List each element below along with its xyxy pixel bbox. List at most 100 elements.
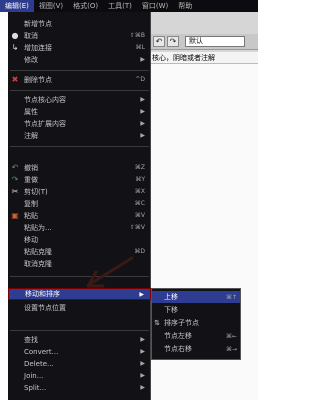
submenu-arrow-icon: ▶ <box>139 290 144 298</box>
menu-item-move-and-sort[interactable]: 移动和排序 ▶ <box>8 288 151 300</box>
menu-item-label: 粘贴 <box>24 211 38 220</box>
submenu-item-sort-children[interactable]: ⇅ 排序子节点 <box>152 317 240 329</box>
menu-item-label: 节点核心内容 <box>24 95 66 104</box>
shortcut-label: ⌘Y <box>135 176 145 183</box>
menu-item-copy[interactable]: 复制 ⌘C <box>8 198 151 209</box>
undo-arrow-icon: ↶ <box>11 163 19 172</box>
shortcut-label: ⌘↑ <box>225 293 237 301</box>
menu-separator <box>10 70 149 71</box>
menu-item-label: 剪切(T) <box>24 187 48 196</box>
menu-item-label: 修改 <box>24 55 38 64</box>
submenu-item-move-right[interactable]: 节点右移 ⌘→ <box>152 343 240 355</box>
submenu-item-label: 节点右移 <box>164 345 192 353</box>
menu-item-split[interactable]: Split... ▶ <box>8 382 151 393</box>
menu-format[interactable]: 格式(O) <box>68 0 103 12</box>
menu-item-find[interactable]: 查找 ▶ <box>8 334 151 345</box>
shortcut-label: ⌘L <box>135 44 145 51</box>
submenu-item-label: 上移 <box>164 293 178 301</box>
menu-item-cut[interactable]: ✂ 剪切(T) ⌘X <box>8 186 151 197</box>
menu-item-label: 新增节点 <box>24 19 52 28</box>
menu-item-paste-clone[interactable]: 粘贴克隆 ⌘D <box>8 246 151 257</box>
menu-item-unclone[interactable]: 取消克隆 <box>8 258 151 269</box>
menu-item-label: 删除节点 <box>24 75 52 84</box>
move-and-sort-submenu: 上移 ⌘↑ 下移 ⇅ 排序子节点 节点左移 ⌘← 节点右移 ⌘→ <box>151 288 241 360</box>
link-icon: ↳ <box>11 43 19 52</box>
menu-item-label: Delete... <box>24 359 54 368</box>
menu-separator <box>10 90 149 91</box>
menu-item-convert[interactable]: Convert... ▶ <box>8 346 151 357</box>
redo-arrow-icon: ↷ <box>11 175 19 184</box>
submenu-arrow-icon: ▶ <box>140 56 145 63</box>
edit-dropdown-menu: 新增节点 ● 取消 ⇧⌘B ↳ 增加连接 ⌘L 修改 ▶ ✖ 删除节点 ^D 节点核心内容 ▶ … <box>8 12 151 400</box>
submenu-item-move-down[interactable]: 下移 <box>152 304 240 316</box>
shortcut-label: ⌘C <box>134 200 145 207</box>
delete-node-icon: ✖ <box>11 75 19 84</box>
menu-item-label: 粘贴克隆 <box>24 247 52 256</box>
menu-item-modify[interactable]: 修改 ▶ <box>8 54 151 65</box>
menu-item-node-extensions[interactable]: 节点扩展内容 ▶ <box>8 118 151 129</box>
forward-arrow-icon[interactable]: ↷ <box>167 36 179 47</box>
menu-item-label: 查找 <box>24 335 38 344</box>
menu-item-label: 粘贴为... <box>24 223 52 232</box>
menu-item-delete-node[interactable]: ✖ 删除节点 ^D <box>8 74 151 85</box>
submenu-arrow-icon: ▶ <box>140 384 145 391</box>
menu-tools[interactable]: 工具(T) <box>103 0 137 12</box>
menu-item-undo[interactable]: ↶ 撤销 ⌘Z <box>8 162 151 173</box>
menu-help[interactable]: 帮助 <box>173 0 197 12</box>
menu-item-node-core[interactable]: 节点核心内容 ▶ <box>8 94 151 105</box>
menu-item-join[interactable]: Join... ▶ <box>8 370 151 381</box>
menu-item-paste-as[interactable]: 粘贴为... ⇧⌘V <box>8 222 151 233</box>
shortcut-label: ⌘Z <box>134 164 145 171</box>
menu-item-new-node[interactable]: 新增节点 <box>8 18 151 29</box>
menu-bar: 编辑(E) 视图(V) 格式(O) 工具(T) 窗口(W) 帮助 <box>0 0 258 12</box>
menu-item-delete[interactable]: Delete... ▶ <box>8 358 151 369</box>
shortcut-label: ⌘→ <box>225 345 237 353</box>
menu-item-label: 增加连接 <box>24 43 52 52</box>
submenu-arrow-icon: ▶ <box>140 348 145 355</box>
style-select[interactable]: 默认 <box>185 36 245 47</box>
submenu-arrow-icon: ▶ <box>140 96 145 103</box>
menu-item-label: 取消 <box>24 31 38 40</box>
shortcut-label: ⌘← <box>225 332 237 340</box>
menu-item-label: Join... <box>24 371 44 380</box>
sort-children-icon: ⇅ <box>154 319 160 327</box>
menu-item-redo[interactable]: ↷ 重做 ⌘Y <box>8 174 151 185</box>
menu-edit[interactable]: 编辑(E) <box>0 0 34 12</box>
submenu-item-label: 节点左移 <box>164 332 192 340</box>
node-text-preview: 核心，阴暗或者注解 <box>150 52 258 64</box>
menu-item-label: 移动和排序 <box>25 290 60 298</box>
cut-icon: ✂ <box>11 187 19 196</box>
menu-item-label: 移动 <box>24 235 38 244</box>
back-arrow-icon[interactable]: ↶ <box>153 36 165 47</box>
menu-item-set-node-position[interactable]: 设置节点位置 <box>8 302 151 313</box>
menu-item-notes[interactable]: 注解 ▶ <box>8 130 151 141</box>
menu-item-add-link[interactable]: ↳ 增加连接 ⌘L <box>8 42 151 53</box>
menu-item-label: 属性 <box>24 107 38 116</box>
menu-item-undo-branch[interactable]: ● 取消 ⇧⌘B <box>8 30 151 41</box>
menu-item-label: Convert... <box>24 347 59 356</box>
submenu-arrow-icon: ▶ <box>140 132 145 139</box>
menu-item-label: 撤销 <box>24 163 38 172</box>
shortcut-label: ⌘V <box>134 212 145 219</box>
submenu-item-move-up[interactable]: 上移 ⌘↑ <box>152 291 240 303</box>
menu-separator <box>10 146 149 147</box>
shortcut-label: ⌘X <box>134 188 145 195</box>
menu-view[interactable]: 视图(V) <box>34 0 68 12</box>
submenu-item-move-left[interactable]: 节点左移 ⌘← <box>152 330 240 342</box>
menu-item-label: 取消克隆 <box>24 259 52 268</box>
menu-separator <box>10 276 149 277</box>
submenu-arrow-icon: ▶ <box>140 360 145 367</box>
menu-item-paste[interactable]: ▣ 粘贴 ⌘V <box>8 210 151 221</box>
background-toolbar: ↶ ↷ 默认 <box>150 34 258 50</box>
shortcut-label: ⇧⌘V <box>129 224 145 231</box>
menu-item-attributes[interactable]: 属性 ▶ <box>8 106 151 117</box>
submenu-item-label: 下移 <box>164 306 178 314</box>
menu-item-move[interactable]: 移动 <box>8 234 151 245</box>
menu-item-label: 设置节点位置 <box>24 303 66 312</box>
menu-separator <box>10 330 149 331</box>
menu-window[interactable]: 窗口(W) <box>137 0 173 12</box>
shortcut-label: ^D <box>135 76 145 83</box>
submenu-arrow-icon: ▶ <box>140 336 145 343</box>
submenu-arrow-icon: ▶ <box>140 372 145 379</box>
submenu-arrow-icon: ▶ <box>140 120 145 127</box>
